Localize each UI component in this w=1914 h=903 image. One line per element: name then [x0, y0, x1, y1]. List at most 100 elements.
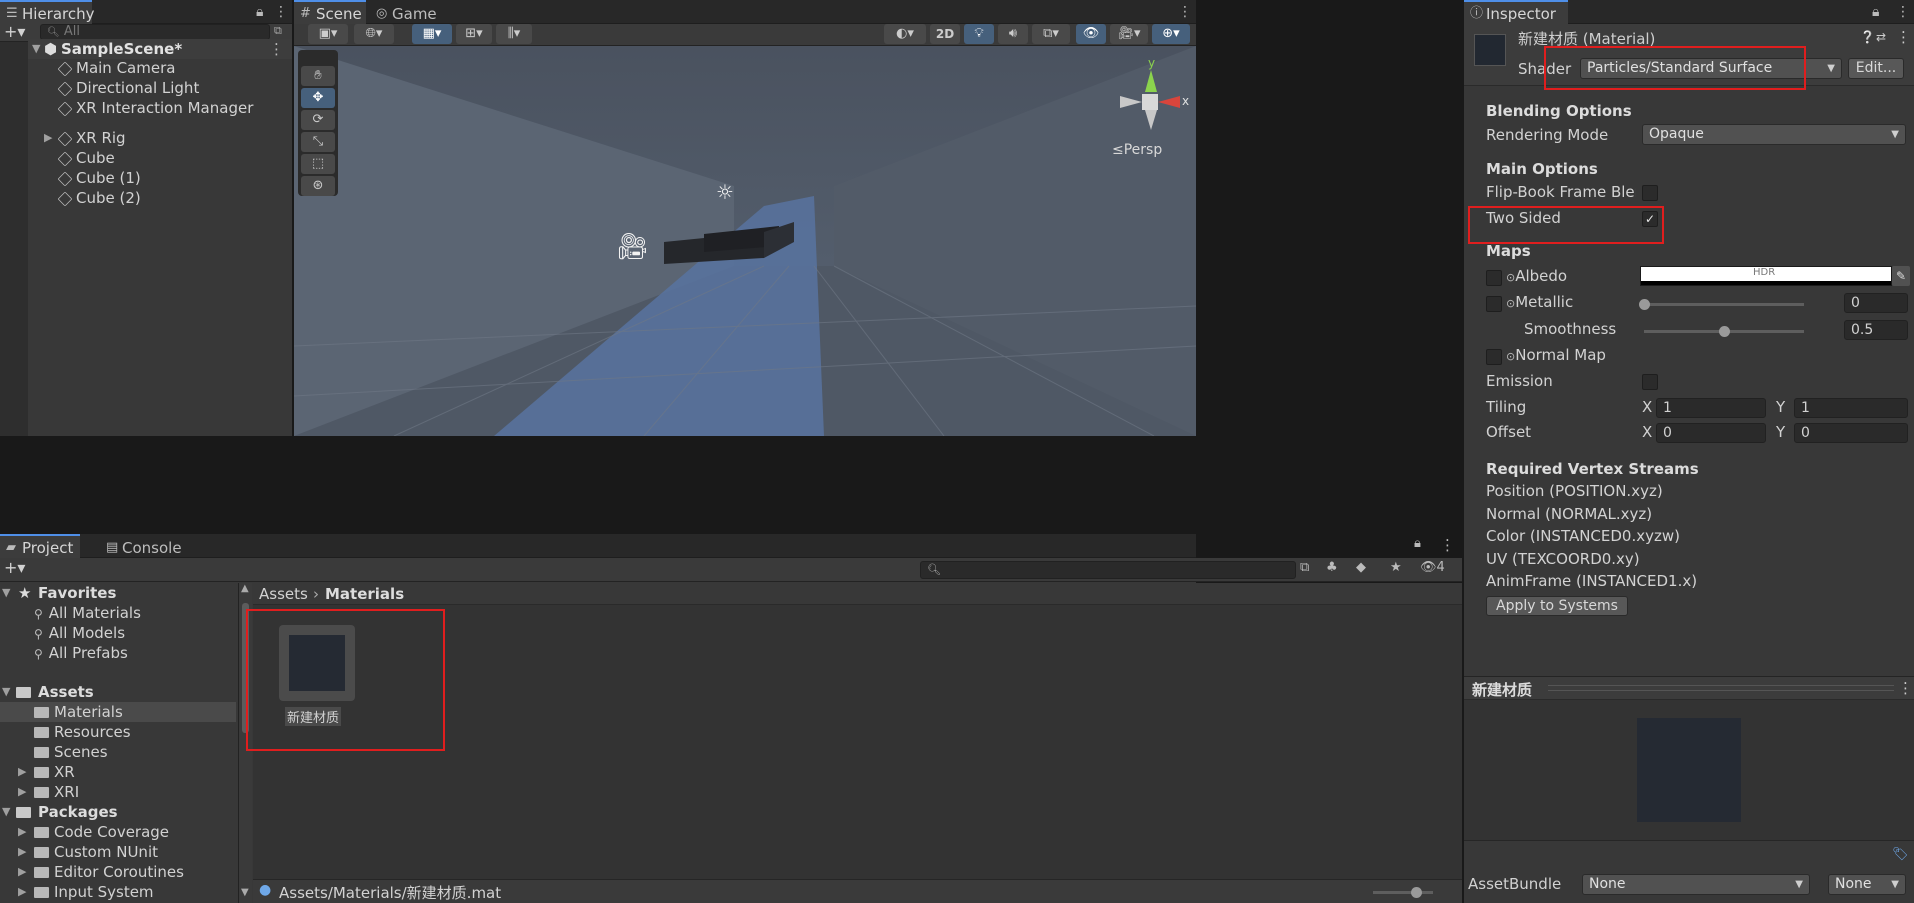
tab-hierarchy[interactable]: ☰ Hierarchy — [0, 0, 95, 24]
favorite-all-materials[interactable]: ⚲ All Materials — [34, 603, 141, 623]
hierarchy-item-directional-light[interactable]: Directional Light — [57, 78, 199, 98]
scroll-up-icon[interactable]: ▲ — [241, 583, 249, 594]
increment-snap-icon[interactable]: ⫼▾ — [496, 24, 532, 44]
project-search-field[interactable]: 🔍︎ — [920, 561, 1296, 579]
assetbundle-dropdown[interactable]: None ▼ — [1582, 874, 1810, 895]
scene-row[interactable]: ▼ ⬢ SampleScene* ⋮ — [28, 39, 292, 59]
shading-mode-icon[interactable]: ◐▾ — [884, 24, 926, 44]
camera-settings-icon[interactable]: 🎥︎▾ — [1110, 24, 1148, 44]
edit-shader-button[interactable]: Edit... — [1848, 58, 1904, 79]
tab-game[interactable]: ◎ Game — [370, 0, 440, 24]
gizmos-icon[interactable]: ⊕▾ — [1152, 24, 1190, 44]
search-scope-icon[interactable]: ⧉ — [274, 24, 282, 38]
tab-project-main[interactable]: ▰ Project — [0, 534, 80, 558]
scroll-down-icon[interactable]: ▼ — [241, 887, 249, 898]
albedo-color-field[interactable]: HDR — [1640, 266, 1892, 286]
splitter-inspector[interactable] — [1462, 0, 1464, 903]
tiling-y-field[interactable]: 1 — [1794, 398, 1908, 418]
hand-tool-icon[interactable]: ✋︎ — [301, 66, 335, 86]
preview-drag-handle[interactable] — [1548, 685, 1894, 691]
light-gizmo-icon[interactable]: ☼ — [716, 180, 734, 204]
texture-picker-icon[interactable]: ⊙ — [1506, 297, 1515, 310]
create-asset-button[interactable]: +▾ — [4, 558, 25, 577]
smoothness-value-field[interactable]: 0.5 — [1844, 320, 1908, 340]
more-menu-icon[interactable]: ⋮ — [274, 0, 288, 24]
search-by-type-icon[interactable]: ⧉ — [1300, 560, 1309, 575]
chevron-right-icon[interactable]: ▶ — [18, 782, 26, 802]
project-more-icon[interactable]: ⋮ — [1440, 536, 1455, 554]
splitter-vertical[interactable] — [292, 0, 294, 534]
lock-icon[interactable]: 🔒︎ — [1872, 0, 1879, 24]
favorite-star-icon[interactable]: ★ — [1390, 560, 1402, 575]
globe-icon[interactable]: 🌐︎▾ — [354, 24, 394, 44]
apply-to-systems-button[interactable]: Apply to Systems — [1486, 596, 1628, 616]
rendering-mode-dropdown[interactable]: Opaque ▼ — [1642, 124, 1906, 145]
camera-gizmo-icon[interactable]: 🎥︎ — [616, 232, 649, 262]
scale-tool-icon[interactable]: ⤡ — [301, 132, 335, 152]
tab-console-main[interactable]: ▤ Console — [100, 534, 190, 558]
hierarchy-item-cube-1[interactable]: Cube (1) — [57, 168, 141, 188]
favorite-all-models[interactable]: ⚲ All Models — [34, 623, 125, 643]
icon-size-slider-thumb[interactable] — [1411, 887, 1422, 898]
albedo-texture-slot[interactable] — [1486, 270, 1502, 286]
tab-scene[interactable]: # Scene — [294, 0, 366, 24]
metallic-value-field[interactable]: 0 — [1844, 293, 1908, 313]
audio-icon[interactable]: 🔊︎ — [998, 24, 1028, 44]
component-menu-icon[interactable]: ⋮ — [1896, 28, 1911, 46]
flipbook-checkbox[interactable] — [1642, 185, 1658, 201]
move-tool-icon[interactable]: ✥ — [301, 88, 335, 108]
chevron-right-icon[interactable]: ▶ — [18, 842, 26, 862]
chevron-down-icon[interactable]: ▼ — [2, 583, 10, 603]
hierarchy-item-xr-rig[interactable]: XR Rig — [57, 128, 126, 148]
splitter-horizontal[interactable] — [0, 532, 1462, 534]
scene-viewport[interactable]: ✋︎ ✥ ⟳ ⤡ ⬚ ⊛ ☼ 🎥︎ y x ≤Persp — [294, 46, 1196, 436]
breadcrumb-materials[interactable]: Materials — [325, 585, 404, 603]
texture-picker-icon[interactable]: ⊙ — [1506, 271, 1515, 284]
hierarchy-item-xr-interaction-manager[interactable]: XR Interaction Manager — [57, 98, 253, 118]
lock-icon[interactable]: 🔒︎ — [256, 0, 263, 24]
offset-y-field[interactable]: 0 — [1794, 423, 1908, 443]
toggle-2d-button[interactable]: 2D — [930, 24, 960, 44]
more-menu-icon[interactable]: ⋮ — [1896, 0, 1910, 24]
hidden-packages-icon[interactable]: 👁︎4 — [1420, 560, 1445, 575]
lighting-icon[interactable]: 💡︎ — [964, 24, 994, 44]
effects-icon[interactable]: ⧉▾ — [1032, 24, 1070, 44]
grid-visibility-icon[interactable]: ⊞▾ — [456, 24, 492, 44]
orientation-gizmo[interactable]: y x — [1110, 56, 1190, 138]
metallic-slider[interactable] — [1644, 303, 1804, 306]
grid-snap-icon[interactable]: ▦▾ — [412, 24, 452, 44]
breadcrumb-assets[interactable]: Assets — [259, 585, 308, 603]
texture-picker-icon[interactable]: ⊙ — [1506, 350, 1515, 363]
folder-materials[interactable]: Materials — [0, 702, 236, 722]
scene-menu-icon[interactable]: ⋮ — [269, 39, 284, 59]
metallic-texture-slot[interactable] — [1486, 296, 1502, 312]
persp-label[interactable]: ≤Persp — [1112, 142, 1162, 158]
chevron-down-icon[interactable]: ▼ — [2, 682, 10, 702]
preview-menu-icon[interactable]: ⋮ — [1898, 679, 1913, 697]
rect-tool-icon[interactable]: ⬚ — [301, 154, 335, 174]
material-preview[interactable] — [1637, 718, 1741, 822]
chevron-down-icon[interactable]: ▼ — [2, 802, 10, 822]
assetbundle-variant-dropdown[interactable]: None ▼ — [1828, 874, 1906, 895]
chevron-right-icon[interactable]: ▶ — [18, 822, 26, 842]
emission-checkbox[interactable] — [1642, 374, 1658, 390]
hidden-objects-icon[interactable]: 👁︎ — [1076, 24, 1106, 44]
chevron-right-icon[interactable]: ▶ — [18, 882, 26, 902]
draw-mode-button[interactable]: ▣▾ — [308, 24, 348, 44]
rotate-tool-icon[interactable]: ⟳ — [301, 110, 335, 130]
filter-by-type-icon[interactable]: ♣ — [1326, 560, 1338, 575]
add-object-button[interactable]: +▾ — [4, 22, 25, 41]
tiling-x-field[interactable]: 1 — [1656, 398, 1766, 418]
chevron-down-icon[interactable]: ▼ — [32, 39, 40, 59]
preset-icon[interactable]: ⇄ — [1876, 30, 1886, 44]
chevron-right-icon[interactable]: ▶ — [18, 862, 26, 882]
icon-size-slider[interactable] — [1373, 891, 1433, 894]
project-lock-icon[interactable]: 🔒︎ — [1414, 536, 1421, 551]
hierarchy-search-input[interactable]: 🔍︎ All — [40, 24, 270, 40]
help-icon[interactable]: ❔ — [1860, 30, 1875, 44]
eyedropper-icon[interactable]: ✎ — [1892, 266, 1910, 286]
metallic-slider-thumb[interactable] — [1639, 299, 1650, 310]
chevron-right-icon[interactable]: ▶ — [18, 762, 26, 782]
favorite-all-prefabs[interactable]: ⚲ All Prefabs — [34, 643, 128, 663]
hierarchy-item-cube-2[interactable]: Cube (2) — [57, 188, 141, 208]
